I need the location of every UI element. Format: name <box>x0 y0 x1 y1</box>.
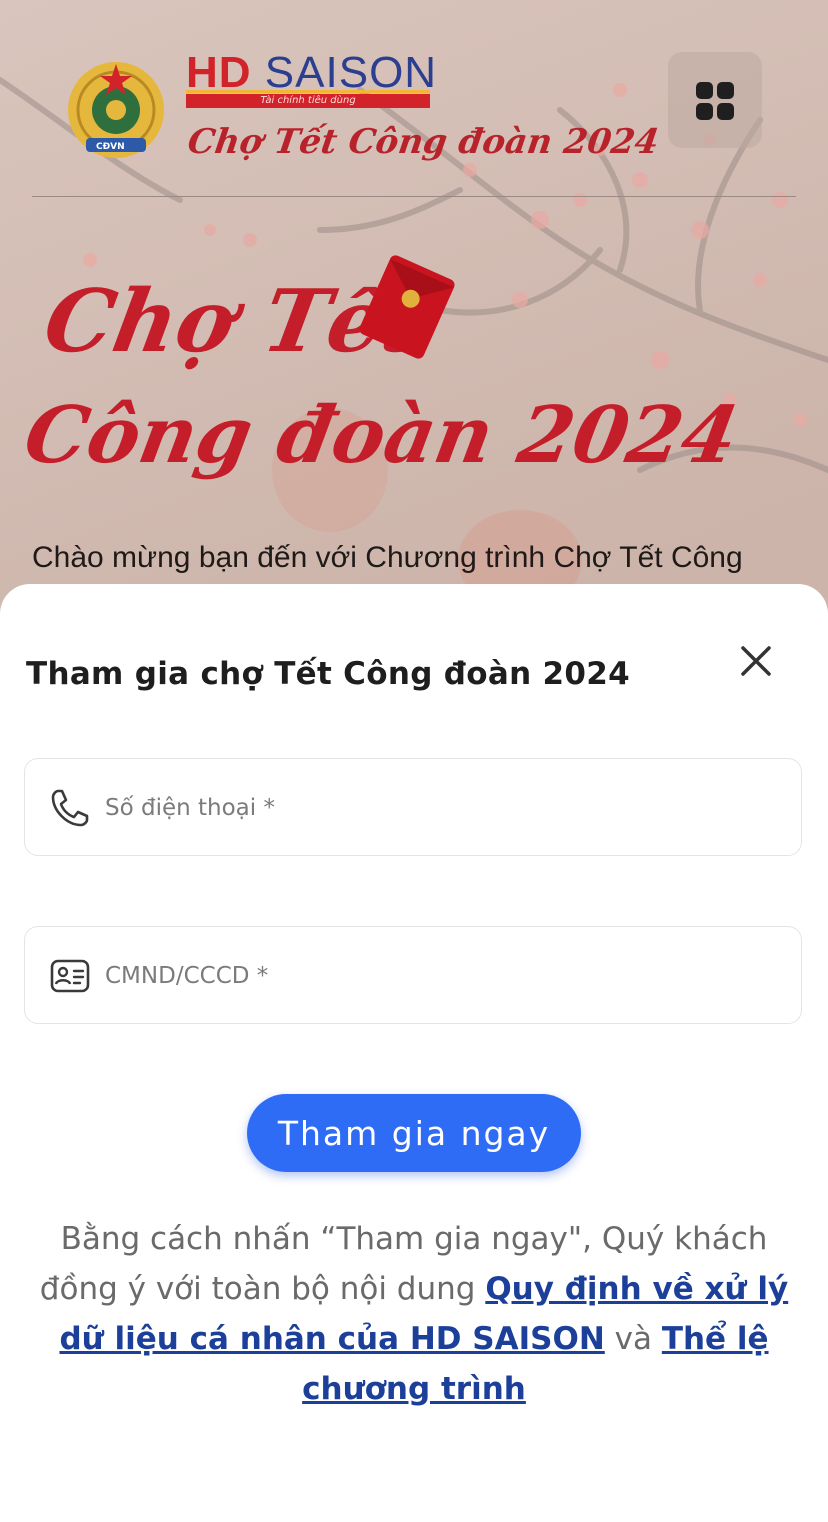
consent-text: Bằng cách nhấn “Tham gia ngay", Quý khác… <box>36 1214 792 1414</box>
id-card-icon <box>50 959 90 993</box>
sheet-title: Tham gia chợ Tết Công đoàn 2024 <box>26 656 631 692</box>
union-logo-text: CĐVN <box>96 142 125 152</box>
phone-field[interactable] <box>24 758 802 856</box>
site-header: CĐVN HD SAISON Tài chính tiêu dùng Chợ T… <box>0 0 828 200</box>
grid-icon <box>696 82 713 99</box>
grid-icon-dot <box>717 82 734 99</box>
close-icon[interactable] <box>731 636 781 686</box>
grid-icon-dot <box>717 103 734 120</box>
welcome-text: Chào mừng bạn đến với Chương trình Chợ T… <box>32 541 743 574</box>
id-card-input[interactable] <box>103 947 767 1005</box>
phone-icon <box>51 789 89 827</box>
menu-grid-button[interactable] <box>668 52 762 148</box>
header-event-title: Chợ Tết Công đoàn 2024 <box>185 122 662 162</box>
brand-logo: HD SAISON Tài chính tiêu dùng Chợ Tết Cô… <box>185 50 661 180</box>
consent-conjunction: và <box>604 1321 662 1357</box>
header-divider <box>32 196 796 197</box>
red-envelope-icon <box>359 255 455 359</box>
phone-input[interactable] <box>103 779 767 837</box>
id-card-field[interactable] <box>24 926 802 1024</box>
brand-tagline: Tài chính tiêu dùng <box>186 90 430 108</box>
hero-title-line2: Công đoàn 2024 <box>18 390 745 481</box>
join-bottom-sheet: Tham gia chợ Tết Công đoàn 2024 Tham gia… <box>0 584 828 1522</box>
grid-icon-dot <box>696 103 713 120</box>
join-now-button[interactable]: Tham gia ngay <box>247 1094 581 1172</box>
